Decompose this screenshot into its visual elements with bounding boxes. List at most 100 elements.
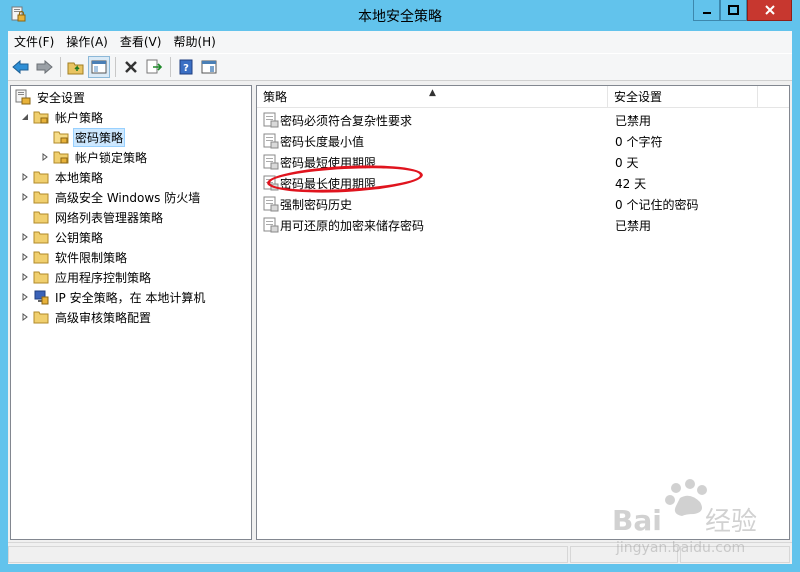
maximize-button[interactable]	[720, 0, 747, 21]
tree-item-account-policy[interactable]: 帐户策略	[19, 107, 105, 127]
open-locked-folder-icon	[53, 131, 69, 144]
expand-icon[interactable]	[39, 151, 51, 163]
column-header-policy[interactable]: 策略 ▲	[257, 86, 608, 108]
policy-icon	[263, 154, 279, 170]
folder-icon	[33, 311, 49, 324]
back-button[interactable]	[10, 56, 32, 78]
expand-icon[interactable]	[19, 311, 31, 323]
delete-icon	[125, 61, 137, 73]
column-header-setting[interactable]: 安全设置	[608, 86, 758, 108]
policy-row[interactable]: 密码长度最小值 0 个字符	[257, 130, 789, 151]
forward-arrow-icon	[36, 60, 53, 74]
maximize-icon	[728, 5, 739, 15]
tree-item-label: 应用程序控制策略	[55, 270, 152, 285]
help-button[interactable]: ?	[175, 56, 197, 78]
policy-row[interactable]: 密码必须符合复杂性要求 已禁用	[257, 109, 789, 130]
tree-item-label: 公钥策略	[55, 230, 104, 245]
policy-name: 密码最短使用期限	[280, 156, 377, 170]
folder-icon	[33, 251, 49, 264]
back-arrow-icon	[12, 60, 29, 74]
menu-action[interactable]: 操作(A)	[60, 32, 114, 52]
ip-security-computer-icon	[34, 290, 49, 305]
tree-item-label: 高级审核策略配置	[55, 310, 152, 325]
properties-icon	[201, 60, 217, 74]
tree-item-label: 高级安全 Windows 防火墙	[55, 190, 201, 205]
security-settings-icon	[15, 89, 31, 105]
menu-view[interactable]: 查看(V)	[114, 32, 168, 52]
tree-item-software-restriction[interactable]: 软件限制策略	[19, 247, 129, 267]
tree-pane[interactable]: 安全设置 帐户策略 密码策略 帐户锁定策略 本地策略 高级安全 Windows …	[10, 85, 252, 540]
minimize-button[interactable]	[693, 0, 720, 21]
policy-icon	[263, 217, 279, 233]
policy-value: 已禁用	[615, 114, 652, 128]
collapse-icon[interactable]	[19, 111, 31, 123]
column-header-label: 安全设置	[614, 90, 663, 104]
policy-list-pane[interactable]: 策略 ▲ 安全设置 密码必须符合复杂性要求 已禁用 密码长度最小值 0 个字符 …	[256, 85, 790, 540]
policy-row[interactable]: 密码最短使用期限 0 天	[257, 151, 789, 172]
expand-icon[interactable]	[19, 291, 31, 303]
toolbar-separator	[60, 57, 61, 77]
expand-icon[interactable]	[19, 271, 31, 283]
tree-item-network-list[interactable]: 网络列表管理器策略	[19, 207, 165, 227]
tree-item-firewall[interactable]: 高级安全 Windows 防火墙	[19, 187, 202, 207]
toolbar: ?	[8, 53, 792, 81]
policy-name: 密码必须符合复杂性要求	[280, 114, 413, 128]
expand-icon[interactable]	[19, 171, 31, 183]
status-cell-main	[8, 546, 568, 563]
sort-ascending-icon: ▲	[429, 88, 436, 98]
menu-file[interactable]: 文件(F)	[8, 32, 60, 52]
properties-button[interactable]	[198, 56, 220, 78]
help-icon: ?	[179, 59, 193, 75]
policy-value: 已禁用	[615, 219, 652, 233]
locked-folder-icon	[53, 151, 69, 164]
menu-help[interactable]: 帮助(H)	[167, 32, 221, 52]
tree-item-local-policy[interactable]: 本地策略	[19, 167, 105, 187]
export-list-button[interactable]	[143, 56, 165, 78]
expand-icon[interactable]	[19, 191, 31, 203]
policy-row[interactable]: 强制密码历史 0 个记住的密码	[257, 193, 789, 214]
forward-button[interactable]	[33, 56, 55, 78]
folder-icon	[33, 271, 49, 284]
policy-row[interactable]: 密码最长使用期限 42 天	[257, 172, 789, 193]
tree-item-label: 帐户策略	[55, 110, 104, 125]
tree-item-advanced-audit[interactable]: 高级审核策略配置	[19, 307, 153, 327]
expand-icon[interactable]	[19, 251, 31, 263]
policy-name: 强制密码历史	[280, 198, 353, 212]
tree-item-password-policy[interactable]: 密码策略	[39, 127, 126, 147]
minimize-icon	[702, 12, 711, 14]
title-bar[interactable]: 本地安全策略	[0, 0, 800, 31]
tree-root[interactable]: 安全设置	[15, 87, 87, 107]
close-button[interactable]	[747, 0, 792, 21]
delete-button[interactable]	[120, 56, 142, 78]
menu-bar: 文件(F) 操作(A) 查看(V) 帮助(H)	[8, 31, 792, 53]
folder-icon	[33, 171, 49, 184]
folder-icon	[33, 231, 49, 244]
column-header-label: 策略	[263, 90, 288, 104]
policy-icon	[263, 133, 279, 149]
policy-name: 用可还原的加密来储存密码	[280, 219, 425, 233]
policy-icon	[263, 196, 279, 212]
status-bar	[8, 542, 792, 564]
up-level-button[interactable]	[65, 56, 87, 78]
tree-item-app-control[interactable]: 应用程序控制策略	[19, 267, 153, 287]
expand-icon[interactable]	[19, 231, 31, 243]
tree-item-public-key[interactable]: 公钥策略	[19, 227, 105, 247]
show-hide-tree-button[interactable]	[88, 56, 110, 78]
policy-row[interactable]: 用可还原的加密来储存密码 已禁用	[257, 214, 789, 235]
policy-name: 密码最长使用期限	[280, 177, 377, 191]
up-folder-icon	[67, 62, 84, 75]
folder-icon	[33, 211, 49, 224]
tree-item-label: 帐户锁定策略	[75, 150, 148, 165]
tree-item-label: 本地策略	[55, 170, 104, 185]
toolbar-separator	[115, 57, 116, 77]
client-area: 文件(F) 操作(A) 查看(V) 帮助(H) ? 安全设置 帐户策略 密码策略…	[8, 31, 792, 564]
tree-item-ip-security[interactable]: IP 安全策略，在 本地计算机	[19, 287, 207, 307]
tree-item-label: IP 安全策略，在 本地计算机	[55, 290, 206, 305]
tree-item-label: 软件限制策略	[55, 250, 128, 265]
export-list-icon	[146, 59, 163, 74]
policy-value: 0 个记住的密码	[615, 198, 699, 212]
app-window: 本地安全策略 文件(F) 操作(A) 查看(V) 帮助(H) ? 安全设置 帐户…	[0, 0, 800, 572]
close-icon	[764, 5, 775, 15]
column-header-filler	[758, 86, 789, 108]
tree-item-lockout-policy[interactable]: 帐户锁定策略	[39, 147, 149, 167]
